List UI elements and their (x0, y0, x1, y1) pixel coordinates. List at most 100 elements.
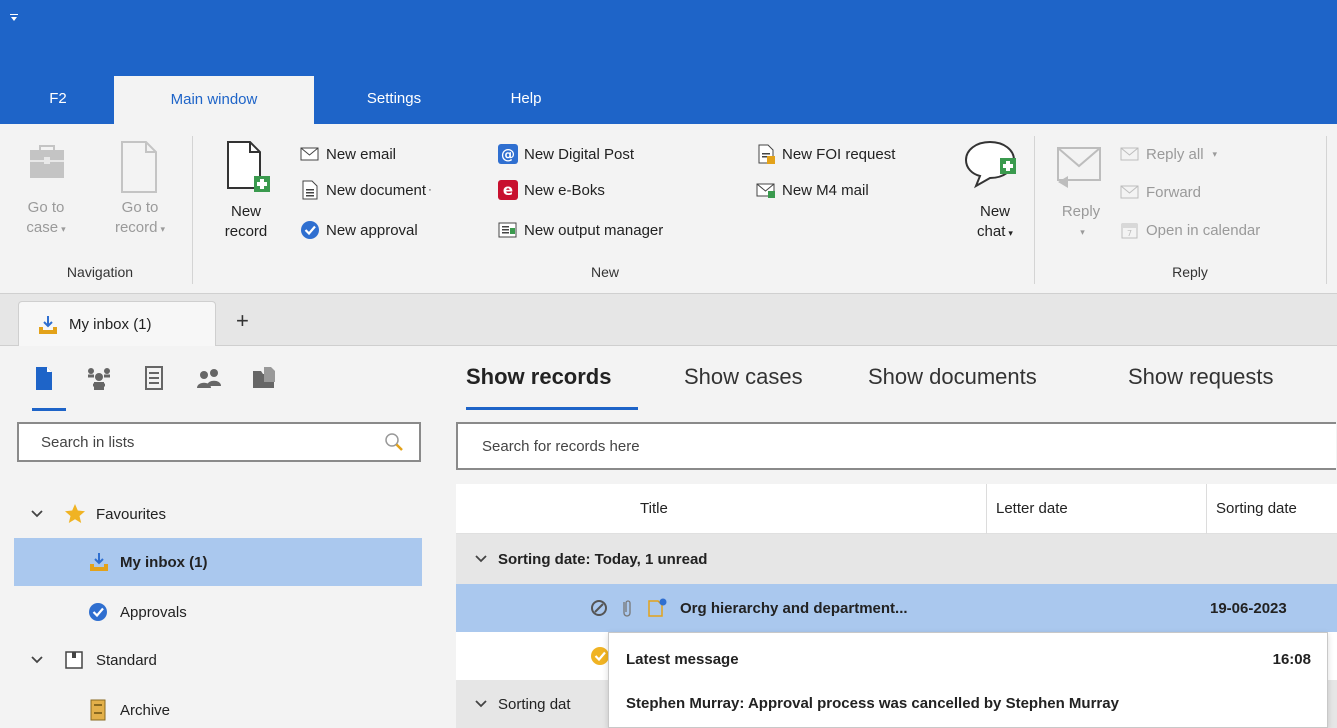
reply-label: Reply (1061, 203, 1101, 220)
forward-label: Forward (1146, 183, 1202, 201)
new-output-manager-button[interactable]: New output manager (498, 217, 663, 243)
new-chat-label-2: chat (977, 223, 1006, 240)
column-header-sorting-date[interactable]: Sorting date (1216, 484, 1297, 534)
ribbon: Go to case ▾ Go to record ▾ Navigation New… (0, 124, 1337, 294)
foi-request-icon (758, 144, 775, 164)
records-list-icon[interactable] (30, 364, 58, 392)
chevron-down-icon[interactable] (474, 552, 488, 566)
column-divider[interactable] (1206, 484, 1207, 534)
left-pane: Search in lists Favourites My inbox (1) … (0, 346, 438, 728)
go-to-record-button[interactable]: Go to record ▾ (102, 140, 178, 250)
reply-all-icon (1120, 147, 1139, 161)
calendar-icon: 7 (1121, 223, 1138, 239)
tab-f2[interactable]: F2 (30, 76, 86, 124)
case-icon (30, 145, 64, 178)
approval-icon (301, 221, 319, 239)
dropdown-icon: ▾ (1080, 227, 1085, 237)
approval-icon (89, 603, 107, 621)
tab-show-documents[interactable]: Show documents (868, 364, 1037, 390)
new-email-button[interactable]: New email (300, 141, 396, 167)
document-list-icon[interactable] (140, 364, 168, 392)
archive-label: Archive (120, 701, 171, 719)
approvals-label: Approvals (120, 603, 187, 621)
search-lists-input[interactable]: Search in lists (17, 422, 421, 462)
dropdown-icon: ▾ (61, 224, 66, 234)
my-inbox-label: My inbox (1) (120, 553, 208, 571)
new-email-label: New email (326, 145, 397, 163)
tooltip-heading: Latest message (626, 651, 739, 668)
open-in-calendar-button[interactable]: 7 Open in calendar (1120, 217, 1260, 243)
list-type-toolbar (30, 364, 278, 392)
new-approval-button[interactable]: New approval (300, 217, 418, 243)
tab-settings[interactable]: Settings (338, 76, 450, 124)
go-to-record-label-2: record (114, 219, 158, 236)
new-document-button[interactable]: New document · (300, 177, 432, 203)
tab-show-requests[interactable]: Show requests (1128, 364, 1274, 390)
divider (192, 136, 193, 284)
group-label-new: New (590, 264, 619, 280)
add-tab-button[interactable]: + (236, 308, 249, 334)
cancelled-icon (591, 600, 607, 616)
new-digital-post-button[interactable]: @ New Digital Post (498, 141, 634, 167)
tab-main-window[interactable]: Main window (114, 76, 314, 124)
go-to-case-label-2: case (26, 219, 59, 236)
new-document-label: New document (326, 181, 427, 199)
go-to-case-button[interactable]: Go to case ▾ (18, 140, 74, 250)
forward-icon (1120, 185, 1139, 199)
inbox-icon (90, 553, 108, 571)
forward-button[interactable]: Forward (1120, 179, 1201, 205)
tree-node-standard[interactable]: Standard (0, 636, 438, 684)
new-record-button[interactable]: New record (210, 140, 282, 260)
new-digital-post-label: New Digital Post (524, 145, 635, 163)
tree-node-my-inbox[interactable]: My inbox (1) (14, 538, 422, 586)
reply-all-label: Reply all (1146, 145, 1204, 163)
reply-all-button[interactable]: Reply all ▾ (1120, 141, 1217, 167)
new-chat-button[interactable]: New chat ▾ (960, 138, 1026, 258)
table-row[interactable]: Org hierarchy and department... 19-06-20… (456, 584, 1337, 632)
chat-icon (964, 140, 1016, 189)
new-m4-mail-button[interactable]: New M4 mail (756, 177, 869, 203)
tooltip-message: Stephen Murray: Approval process was can… (626, 695, 1119, 712)
column-divider[interactable] (986, 484, 987, 534)
record-icon (121, 141, 157, 193)
tab-show-records[interactable]: Show records (466, 364, 611, 390)
tab-my-inbox-label: My inbox (1) (69, 316, 152, 333)
go-to-record-label-1: Go to (121, 199, 159, 216)
record-title: Org hierarchy and department... (680, 599, 908, 617)
search-records-input[interactable]: Search for records here (456, 422, 1336, 470)
column-header-title[interactable]: Title (640, 484, 668, 534)
tab-help[interactable]: Help (486, 76, 566, 124)
folder-documents-icon[interactable] (250, 364, 278, 392)
chevron-down-icon[interactable] (474, 697, 488, 711)
org-hierarchy-icon[interactable] (85, 364, 113, 392)
dropdown-icon: ▾ (1212, 148, 1218, 159)
document-icon (302, 180, 318, 200)
record-sorting-date: 19-06-2023 (1210, 599, 1287, 617)
svg-text:@: @ (501, 147, 515, 163)
tree-node-approvals[interactable]: Approvals (0, 588, 438, 636)
tree-node-archive[interactable]: Archive (0, 686, 438, 728)
new-record-label-2: record (224, 223, 268, 240)
reply-icon (1057, 147, 1101, 188)
tooltip-time: 16:08 (1272, 651, 1311, 668)
archive-icon (90, 699, 106, 721)
new-record-icon (227, 141, 270, 192)
contacts-icon[interactable] (195, 364, 223, 392)
quick-access-dropdown-icon[interactable] (10, 14, 20, 24)
records-grid-header: Title Letter date Sorting date (456, 484, 1337, 534)
new-eboks-button[interactable]: e New e-Boks (498, 177, 605, 203)
tab-my-inbox[interactable]: My inbox (1) (18, 301, 216, 347)
chevron-down-icon[interactable] (30, 653, 44, 667)
tree-node-favourites[interactable]: Favourites (0, 490, 438, 538)
dropdown-icon: ▾ (160, 224, 166, 234)
attachment-icon (623, 600, 631, 617)
reply-button[interactable]: Reply ▾ (1050, 140, 1108, 260)
search-icon (385, 433, 403, 451)
tab-show-cases[interactable]: Show cases (684, 364, 803, 390)
group-header-today[interactable]: Sorting date: Today, 1 unread (456, 534, 1337, 584)
column-header-letter-date[interactable]: Letter date (996, 484, 1068, 534)
divider (1034, 136, 1035, 284)
dropdown-dot: · (428, 184, 432, 196)
chevron-down-icon[interactable] (30, 507, 44, 521)
new-foi-request-button[interactable]: New FOI request (756, 141, 895, 167)
